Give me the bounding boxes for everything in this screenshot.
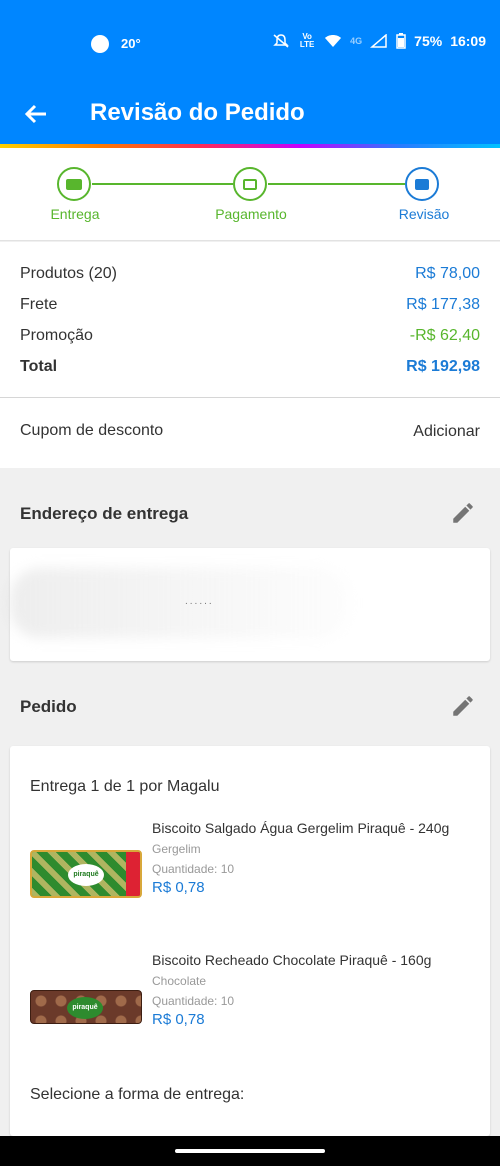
product-item[interactable]: piraquê Biscoito Salgado Água Gergelim P… [30, 820, 480, 920]
product-quantity: Quantidade: 10 [152, 994, 235, 1008]
mute-bell-icon [273, 34, 289, 48]
weather-moon-icon [91, 35, 109, 53]
network-gen: 4G [350, 36, 363, 46]
clock: 16:09 [450, 33, 486, 49]
step-revisao-icon[interactable] [405, 167, 439, 201]
brand-logo: piraquê [67, 997, 103, 1019]
summary-value: R$ 78,00 [415, 265, 480, 282]
step-connector [268, 183, 405, 185]
back-arrow-icon[interactable] [22, 100, 50, 128]
coupon-row[interactable]: Cupom de desconto Adicionar [0, 398, 500, 468]
step-entrega-label[interactable]: Entrega [15, 206, 135, 222]
select-delivery-label: Selecione a forma de entrega: [30, 1086, 245, 1103]
battery-icon [396, 33, 406, 49]
product-variant: Gergelim [152, 842, 201, 856]
truck-icon [66, 178, 82, 190]
product-item[interactable]: piraquê Biscoito Recheado Chocolate Pira… [30, 952, 480, 1052]
address-card[interactable]: ...... [10, 548, 490, 661]
product-name: Biscoito Salgado Água Gergelim Piraquê -… [152, 820, 450, 836]
summary-value: R$ 192,98 [406, 358, 480, 375]
step-pagamento-label[interactable]: Pagamento [191, 206, 311, 222]
address-text: ...... [185, 596, 214, 607]
app-bar: Revisão do Pedido [0, 88, 500, 144]
summary-label: Produtos (20) [20, 265, 117, 282]
product-price: R$ 0,78 [152, 879, 205, 896]
address-section-title: Endereço de entrega [20, 504, 189, 523]
battery-percent: 75% [414, 33, 443, 49]
temperature: 20° [121, 36, 141, 51]
delivery-label: Entrega 1 de 1 por Magalu [30, 778, 220, 795]
order-card: Entrega 1 de 1 por Magalu piraquê Biscoi… [10, 746, 490, 1136]
home-gesture-handle[interactable] [175, 1149, 325, 1153]
wifi-icon [325, 35, 342, 47]
step-revisao-label[interactable]: Revisão [364, 206, 484, 222]
product-variant: Chocolate [152, 974, 207, 988]
page-title: Revisão do Pedido [90, 99, 305, 126]
redacted-address [10, 568, 350, 638]
product-image: piraquê [30, 990, 142, 1024]
add-coupon-button[interactable]: Adicionar [413, 423, 480, 441]
product-price: R$ 0,78 [152, 1011, 205, 1028]
document-icon [415, 178, 429, 190]
product-quantity: Quantidade: 10 [152, 862, 235, 876]
edit-order-pencil-icon[interactable] [450, 693, 476, 719]
card-icon [243, 178, 257, 190]
system-navigation-bar [0, 1136, 500, 1166]
summary-value: R$ 177,38 [406, 296, 480, 313]
step-pagamento-icon[interactable] [233, 167, 267, 201]
edit-address-pencil-icon[interactable] [450, 500, 476, 526]
summary-row-promocao: Promoção -R$ 62,40 [20, 324, 480, 348]
volte-indicator: Vo LTE [299, 32, 315, 49]
product-name: Biscoito Recheado Chocolate Piraquê - 16… [152, 952, 432, 968]
summary-label: Promoção [20, 327, 93, 344]
order-section-title: Pedido [20, 697, 77, 716]
status-bar: 20° Vo LTE 4G 75% 16:09 [0, 0, 500, 88]
order-summary: Produtos (20) R$ 78,00 Frete R$ 177,38 P… [0, 242, 500, 398]
summary-label: Total [20, 358, 58, 375]
signal-icon [370, 34, 387, 48]
step-entrega-icon[interactable] [57, 167, 91, 201]
brand-logo: piraquê [68, 864, 104, 886]
product-image: piraquê [30, 850, 142, 898]
checkout-stepper: Entrega Pagamento Revisão [0, 148, 500, 241]
status-icons: Vo LTE 4G 75% 16:09 [272, 33, 486, 49]
summary-value: -R$ 62,40 [409, 327, 480, 344]
summary-row-produtos: Produtos (20) R$ 78,00 [20, 262, 480, 286]
coupon-label: Cupom de desconto [20, 422, 164, 439]
summary-row-frete: Frete R$ 177,38 [20, 293, 480, 317]
summary-label: Frete [20, 296, 58, 313]
summary-row-total: Total R$ 192,98 [20, 355, 480, 379]
step-connector [92, 183, 233, 185]
